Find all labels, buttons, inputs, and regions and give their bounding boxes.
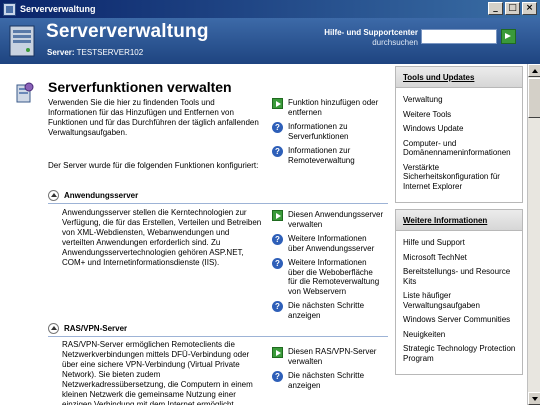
manage-ras-vpn-server-link[interactable]: Diesen RAS/VPN-Server verwalten [272, 347, 384, 366]
go-arrow-icon [272, 210, 283, 221]
tools-item-ie-security[interactable]: Verstärkte Sicherheitskonfiguration für … [403, 163, 516, 192]
role-links-ras-vpn-server: Diesen RAS/VPN-Server verwalten ? Die nä… [272, 347, 384, 395]
help-question-icon: ? [272, 371, 283, 382]
close-button[interactable]: × [522, 2, 537, 15]
tools-updates-title[interactable]: Tools und Updates [396, 67, 522, 88]
main-content: Serverfunktionen verwalten Verwenden Sie… [0, 64, 392, 405]
help-question-icon: ? [272, 301, 283, 312]
scroll-down-button[interactable] [528, 392, 540, 405]
intro-text: Verwenden Sie die hier zu findenden Tool… [48, 98, 259, 137]
side-panel: Tools und Updates Verwaltung Weitere Too… [395, 66, 523, 375]
page-title: Serverfunktionen verwalten [48, 79, 232, 95]
more-item-resource-kits[interactable]: Bereitstellungs- und Resource Kits [403, 267, 516, 286]
tools-item-more-tools[interactable]: Weitere Tools [403, 110, 516, 120]
scroll-up-button[interactable] [528, 64, 540, 77]
server-label: Server: [47, 48, 75, 57]
server-icon [9, 25, 35, 57]
more-info-panel: Weitere Informationen Hilfe und Support … [395, 209, 523, 375]
tools-item-administration[interactable]: Verwaltung [403, 95, 516, 105]
server-info: Server: TESTSERVER102 [47, 48, 143, 57]
help-question-icon: ? [272, 122, 283, 133]
window-titlebar[interactable]: Serververwaltung _ □ × [0, 0, 540, 18]
help-subtitle: durchsuchen [372, 38, 418, 47]
more-item-help-support[interactable]: Hilfe und Support [403, 238, 516, 248]
app-title: Serververwaltung [46, 21, 209, 42]
server-roles-icon [16, 82, 34, 103]
role-links-application-server: Diesen Anwendungsserver verwalten ? Weit… [272, 210, 384, 325]
server-name: TESTSERVER102 [76, 48, 144, 57]
section-divider [48, 336, 388, 337]
more-info-title[interactable]: Weitere Informationen [396, 210, 522, 231]
remote-admin-info-link[interactable]: ? Informationen zur Remoteverwaltung [272, 146, 384, 165]
application-server-info-link[interactable]: ? Weitere Informationen über Anwendungss… [272, 234, 384, 253]
app-window-icon [3, 2, 16, 16]
intro-links: Funktion hinzufügen oder entfernen ? Inf… [272, 98, 384, 170]
server-roles-info-link[interactable]: ? Informationen zu Serverfunktionen [272, 122, 384, 141]
header-banner: Serververwaltung Server: TESTSERVER102 H… [0, 18, 540, 64]
role-description: RAS/VPN-Server ermöglichen Remoteclients… [62, 340, 253, 405]
more-item-news[interactable]: Neuigkeiten [403, 330, 516, 340]
help-question-icon: ? [272, 234, 283, 245]
role-description: Anwendungsserver stellen die Kerntechnol… [62, 208, 262, 267]
more-item-technet[interactable]: Microsoft TechNet [403, 253, 516, 263]
tools-updates-panel: Tools und Updates Verwaltung Weitere Too… [395, 66, 523, 203]
help-search-label: Hilfe- und Supportcenter durchsuchen [322, 28, 418, 48]
role-header-ras-vpn-server[interactable]: RAS/VPN-Server [48, 323, 127, 334]
help-question-icon: ? [272, 146, 283, 157]
tools-item-windows-update[interactable]: Windows Update [403, 124, 516, 134]
window-title: Serververwaltung [20, 4, 96, 14]
next-steps-link[interactable]: ? Die nächsten Schritte anzeigen [272, 371, 384, 390]
more-item-communities[interactable]: Windows Server Communities [403, 315, 516, 325]
go-arrow-icon [272, 347, 283, 358]
minimize-button[interactable]: _ [488, 2, 503, 15]
maximize-button[interactable]: □ [505, 2, 520, 15]
scroll-thumb[interactable] [528, 78, 540, 118]
collapse-icon[interactable] [48, 323, 59, 334]
window-controls: _ □ × [486, 2, 537, 15]
tools-item-computer-domain-info[interactable]: Computer- und Domänennameninformationen [403, 139, 516, 158]
more-item-stpp[interactable]: Strategic Technology Protection Program [403, 344, 516, 363]
section-divider [48, 203, 388, 204]
more-item-admin-tasks[interactable]: Liste häufiger Verwaltungsaufgaben [403, 291, 516, 310]
manage-application-server-link[interactable]: Diesen Anwendungsserver verwalten [272, 210, 384, 229]
collapse-icon[interactable] [48, 190, 59, 201]
search-go-button[interactable] [501, 29, 516, 44]
help-title: Hilfe- und Supportcenter [324, 28, 418, 37]
add-remove-role-link[interactable]: Funktion hinzufügen oder entfernen [272, 98, 384, 117]
role-header-application-server[interactable]: Anwendungsserver [48, 190, 138, 201]
web-interface-info-link[interactable]: ? Weitere Informationen über die Webober… [272, 258, 384, 296]
tools-updates-list: Verwaltung Weitere Tools Windows Update … [396, 88, 522, 202]
help-search-input[interactable] [421, 29, 497, 44]
vertical-scrollbar[interactable] [527, 64, 540, 405]
more-info-list: Hilfe und Support Microsoft TechNet Bere… [396, 231, 522, 374]
help-question-icon: ? [272, 258, 283, 269]
go-arrow-icon [272, 98, 283, 109]
next-steps-link[interactable]: ? Die nächsten Schritte anzeigen [272, 301, 384, 320]
configured-roles-text: Der Server wurde für die folgenden Funkt… [48, 161, 259, 170]
